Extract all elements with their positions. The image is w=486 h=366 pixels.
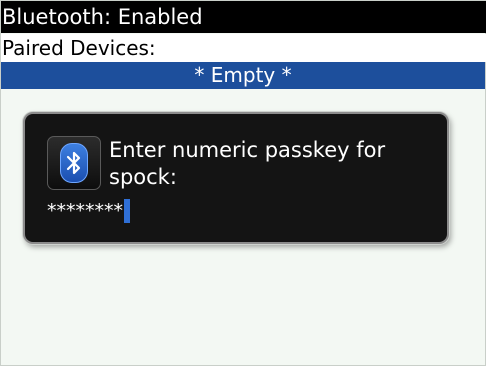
bluetooth-badge bbox=[60, 143, 88, 183]
bluetooth-screen: Bluetooth: Enabled Paired Devices: * Emp… bbox=[0, 0, 486, 366]
passkey-dialog: Enter numeric passkey for spock: *******… bbox=[23, 112, 449, 244]
bluetooth-status-text: Bluetooth: Enabled bbox=[2, 5, 203, 29]
bluetooth-status-title: Bluetooth: Enabled bbox=[1, 1, 486, 33]
paired-devices-empty-row[interactable]: * Empty * bbox=[1, 62, 485, 89]
bluetooth-icon bbox=[47, 136, 101, 190]
paired-devices-header: Paired Devices: bbox=[1, 34, 486, 62]
paired-devices-label: Paired Devices: bbox=[2, 36, 156, 60]
passkey-prompt: Enter numeric passkey for spock: bbox=[109, 138, 386, 189]
bluetooth-rune-icon bbox=[66, 151, 81, 175]
passkey-masked-value: ******** bbox=[47, 200, 123, 222]
passkey-input[interactable]: ******** bbox=[47, 198, 130, 224]
empty-row-text: * Empty * bbox=[194, 63, 292, 87]
text-cursor bbox=[124, 199, 130, 223]
